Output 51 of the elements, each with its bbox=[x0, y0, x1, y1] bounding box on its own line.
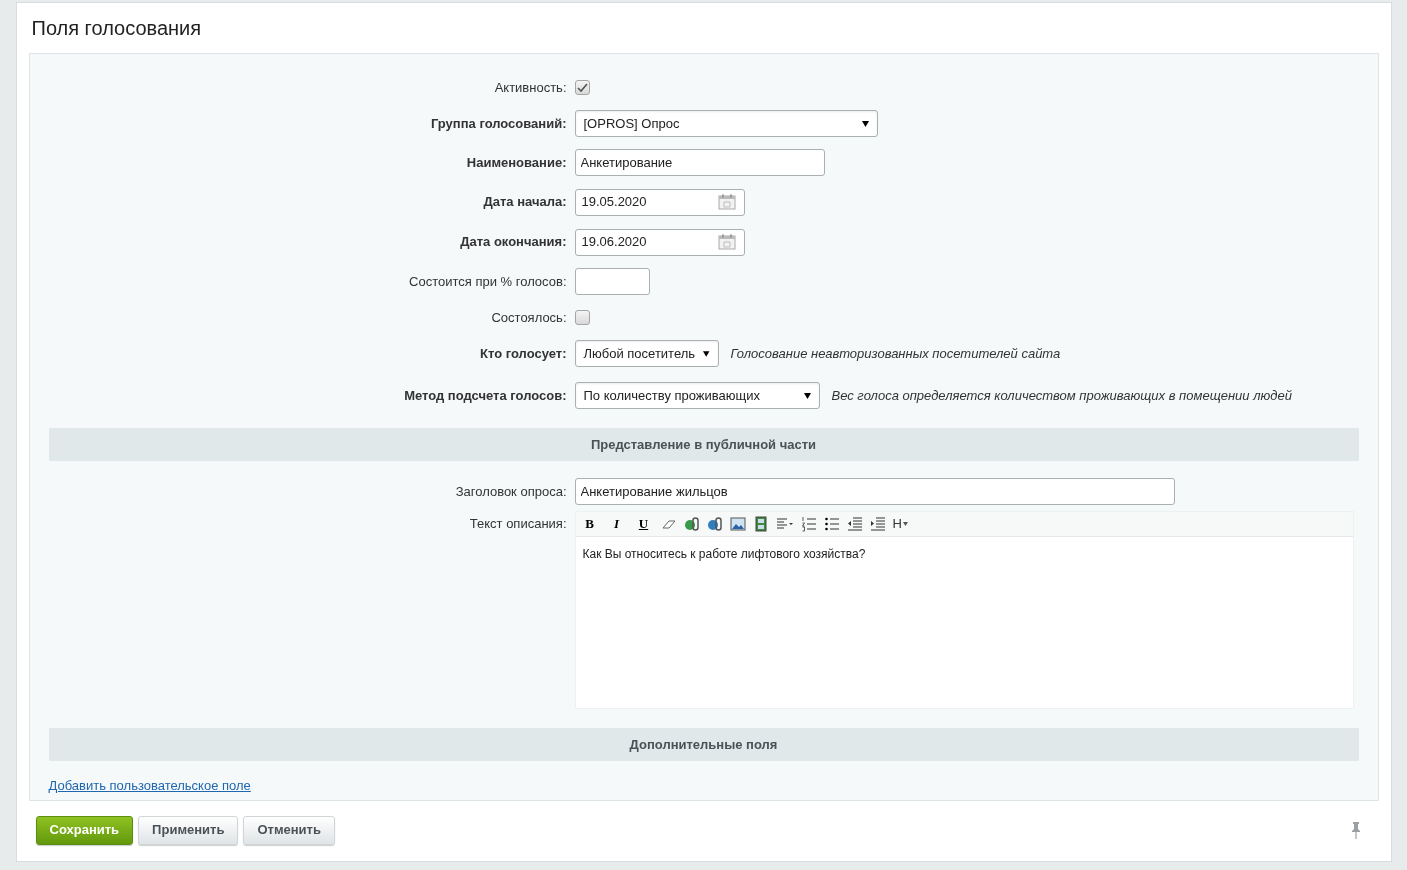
image-icon[interactable] bbox=[729, 516, 746, 532]
caret-icon bbox=[902, 522, 908, 526]
numbered-list-icon[interactable] bbox=[800, 516, 817, 532]
film-icon[interactable] bbox=[752, 516, 769, 532]
checkbox[interactable] bbox=[574, 80, 590, 95]
dropdown-caret-icon bbox=[803, 392, 811, 399]
field-label: Метод подсчета голосов: bbox=[404, 386, 567, 405]
select-dropdown[interactable]: [OPROS] Опрос bbox=[574, 110, 878, 137]
editor-text: Как Вы относитесь к работе лифтового хозяйства? bbox=[581, 546, 867, 563]
date-input[interactable]: 19.06.2020 bbox=[574, 228, 745, 256]
field-label: Дата окончания: bbox=[460, 233, 567, 252]
pin-icon[interactable] bbox=[1350, 821, 1361, 839]
outdent-icon[interactable] bbox=[846, 516, 863, 532]
field-label: Активность: bbox=[494, 78, 567, 97]
add-field-link[interactable]: Добавить пользовательское поле bbox=[48, 778, 251, 793]
globe-unlink-icon[interactable] bbox=[706, 516, 723, 532]
page-title: Поля голосования bbox=[31, 16, 202, 41]
heading-tool[interactable]: H bbox=[892, 514, 908, 534]
bullet-list-icon[interactable] bbox=[823, 516, 840, 532]
field-label: Группа голосований: bbox=[430, 114, 567, 133]
text-input[interactable]: Анкетирование жильцов bbox=[574, 478, 1175, 505]
form-button[interactable]: Отменить bbox=[243, 815, 335, 845]
form-button[interactable]: Применить bbox=[138, 815, 239, 845]
section-header: Представление в публичной части bbox=[48, 428, 1359, 461]
text-input[interactable]: Анкетирование bbox=[574, 149, 825, 176]
bold-tool[interactable]: B bbox=[579, 514, 600, 534]
italic-tool[interactable]: I bbox=[606, 514, 627, 534]
date-input[interactable]: 19.05.2020 bbox=[574, 188, 745, 216]
field-label: Кто голосует: bbox=[480, 344, 567, 363]
field-label: Заголовок опроса: bbox=[455, 482, 567, 501]
text-input[interactable] bbox=[574, 268, 650, 295]
field-hint: Вес голоса определяется количеством проживающих в помещении людей bbox=[831, 386, 1292, 405]
rich-text-editor[interactable]: B I U H Как Вы относитесь к работе лифтового хозяйства? bbox=[574, 511, 1354, 709]
dropdown-caret-icon bbox=[861, 120, 869, 127]
indent-icon[interactable] bbox=[869, 516, 886, 532]
field-label: Состоится при % голосов: bbox=[409, 272, 567, 291]
field-label: Состоялось: bbox=[491, 308, 567, 327]
dropdown-caret-icon bbox=[703, 350, 710, 357]
select-dropdown[interactable]: Любой посетитель bbox=[574, 340, 719, 367]
field-label: Наименование: bbox=[466, 153, 567, 172]
field-hint: Голосование неавторизованных посетителей сайта bbox=[730, 344, 1061, 363]
align-left-icon[interactable] bbox=[775, 516, 794, 532]
calendar-icon[interactable] bbox=[717, 234, 736, 250]
globe-link-icon[interactable] bbox=[683, 516, 700, 532]
calendar-icon[interactable] bbox=[717, 194, 736, 210]
section-header: Дополнительные поля bbox=[48, 728, 1359, 761]
field-label: Дата начала: bbox=[483, 193, 567, 212]
select-dropdown[interactable]: По количеству проживающих bbox=[574, 382, 820, 409]
field-label: Текст описания: bbox=[469, 515, 567, 533]
checkbox[interactable] bbox=[574, 310, 590, 325]
underline-tool[interactable]: U bbox=[633, 514, 654, 534]
